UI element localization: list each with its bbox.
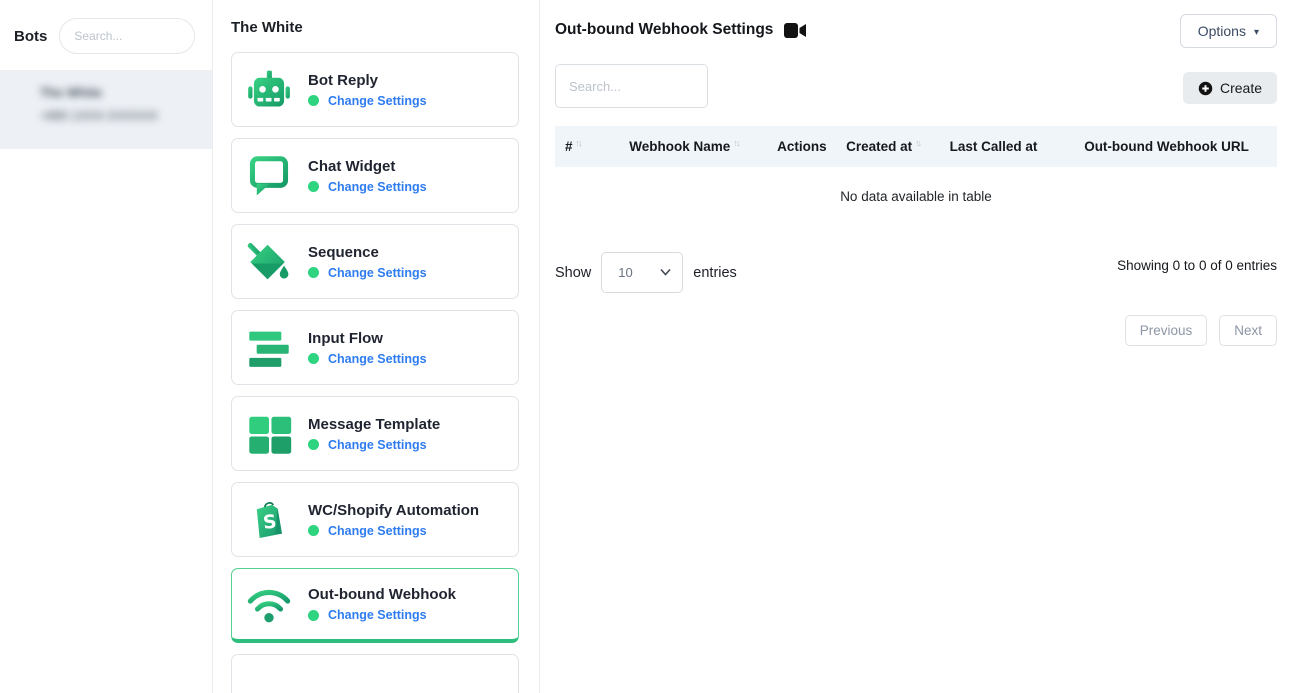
create-button[interactable]: Create — [1183, 72, 1277, 104]
chat-bubble-icon — [246, 153, 292, 199]
previous-button[interactable]: Previous — [1125, 315, 1208, 346]
create-button-label: Create — [1220, 80, 1262, 96]
change-settings-link[interactable]: Change Settings — [328, 524, 427, 538]
bot-panel-header: The White — [213, 0, 539, 50]
module-card-chat-widget[interactable]: Chat Widget Change Settings — [231, 138, 519, 213]
bot-list-item-selected[interactable]: The White +880 1XXX-XXXXXX — [0, 71, 212, 149]
column-header-webhook-url[interactable]: Out-bound Webhook URL — [1056, 126, 1277, 167]
webhook-search-input[interactable] — [555, 64, 708, 108]
sort-icon: ↑↓ — [733, 138, 738, 148]
module-card-message-template[interactable]: Message Template Change Settings — [231, 396, 519, 471]
column-header-index[interactable]: #↑↓ — [555, 126, 599, 167]
module-card-sequence[interactable]: Sequence Change Settings — [231, 224, 519, 299]
module-title: Out-bound Webhook — [308, 586, 456, 603]
bars-icon — [246, 325, 292, 371]
bot-panel-title: The White — [231, 19, 303, 36]
status-dot-icon — [308, 439, 319, 450]
status-dot-icon — [308, 267, 319, 278]
module-card-shopify-automation[interactable]: S WC/Shopify Automation Change Settings — [231, 482, 519, 557]
module-title: WC/Shopify Automation — [308, 502, 479, 519]
next-button[interactable]: Next — [1219, 315, 1277, 346]
bots-sidebar: Bots The White +880 1XXX-XXXXXX — [0, 0, 213, 693]
plus-circle-icon — [1198, 81, 1213, 96]
caret-down-icon: ▾ — [1254, 27, 1259, 38]
table-header-row: #↑↓ Webhook Name↑↓ Actions Created at↑↓ … — [555, 126, 1277, 167]
module-title: Input Flow — [308, 330, 427, 347]
status-dot-icon — [308, 353, 319, 364]
robot-icon — [246, 67, 292, 113]
table-empty-row: No data available in table — [555, 167, 1277, 222]
module-card-input-flow[interactable]: Input Flow Change Settings — [231, 310, 519, 385]
wifi-icon — [246, 581, 292, 627]
app-window: Bots The White +880 1XXX-XXXXXX The Whit… — [0, 0, 1293, 693]
column-header-last-called-at[interactable]: Last Called at — [931, 126, 1056, 167]
svg-text:S: S — [262, 511, 278, 533]
change-settings-link[interactable]: Change Settings — [328, 438, 427, 452]
bot-modules-panel: The White — [213, 0, 540, 693]
page-title: Out-bound Webhook Settings — [555, 21, 773, 39]
bots-title: Bots — [14, 28, 47, 45]
status-dot-icon — [308, 610, 319, 621]
page-length-select[interactable]: 10 — [601, 252, 683, 293]
module-card-outbound-webhook[interactable]: Out-bound Webhook Change Settings — [231, 568, 519, 643]
options-button-label: Options — [1198, 23, 1246, 39]
status-dot-icon — [308, 525, 319, 536]
options-button[interactable]: Options ▾ — [1180, 14, 1277, 48]
sort-icon: ↑↓ — [915, 138, 920, 148]
grid-icon — [246, 411, 292, 457]
module-title: Bot Reply — [308, 72, 427, 89]
column-header-created-at[interactable]: Created at↑↓ — [835, 126, 931, 167]
column-header-webhook-name[interactable]: Webhook Name↑↓ — [599, 126, 768, 167]
module-card-bot-reply[interactable]: Bot Reply Change Settings — [231, 52, 519, 127]
change-settings-link[interactable]: Change Settings — [328, 94, 427, 108]
module-card-list: Bot Reply Change Settings — [213, 50, 539, 693]
change-settings-link[interactable]: Change Settings — [328, 266, 427, 280]
module-title: Message Template — [308, 416, 440, 433]
change-settings-link[interactable]: Change Settings — [328, 608, 427, 622]
webhooks-table: #↑↓ Webhook Name↑↓ Actions Created at↑↓ … — [555, 126, 1277, 222]
bot-name-blurred: The White — [40, 85, 198, 100]
video-camera-icon[interactable] — [784, 22, 807, 39]
status-dot-icon — [308, 95, 319, 106]
change-settings-link[interactable]: Change Settings — [328, 180, 427, 194]
module-card-partial[interactable] — [231, 654, 519, 693]
bots-search-input[interactable] — [59, 18, 195, 54]
fill-drip-icon — [246, 239, 292, 285]
outbound-webhook-settings-panel: Out-bound Webhook Settings Options ▾ — [540, 0, 1293, 693]
pagination: Previous Next — [555, 315, 1277, 346]
entries-label: entries — [693, 265, 737, 281]
show-label: Show — [555, 265, 591, 281]
module-title: Sequence — [308, 244, 427, 261]
shopify-bag-icon: S — [246, 497, 292, 543]
status-dot-icon — [308, 181, 319, 192]
change-settings-link[interactable]: Change Settings — [328, 352, 427, 366]
table-summary: Showing 0 to 0 of 0 entries — [1117, 252, 1277, 273]
column-header-actions[interactable]: Actions — [768, 126, 835, 167]
sort-icon: ↑↓ — [576, 138, 581, 148]
empty-message: No data available in table — [555, 167, 1277, 222]
bot-phone-blurred: +880 1XXX-XXXXXX — [40, 109, 198, 123]
bots-sidebar-header: Bots — [0, 0, 212, 71]
module-title: Chat Widget — [308, 158, 427, 175]
page-length-control: Show 10 entries — [555, 252, 737, 293]
